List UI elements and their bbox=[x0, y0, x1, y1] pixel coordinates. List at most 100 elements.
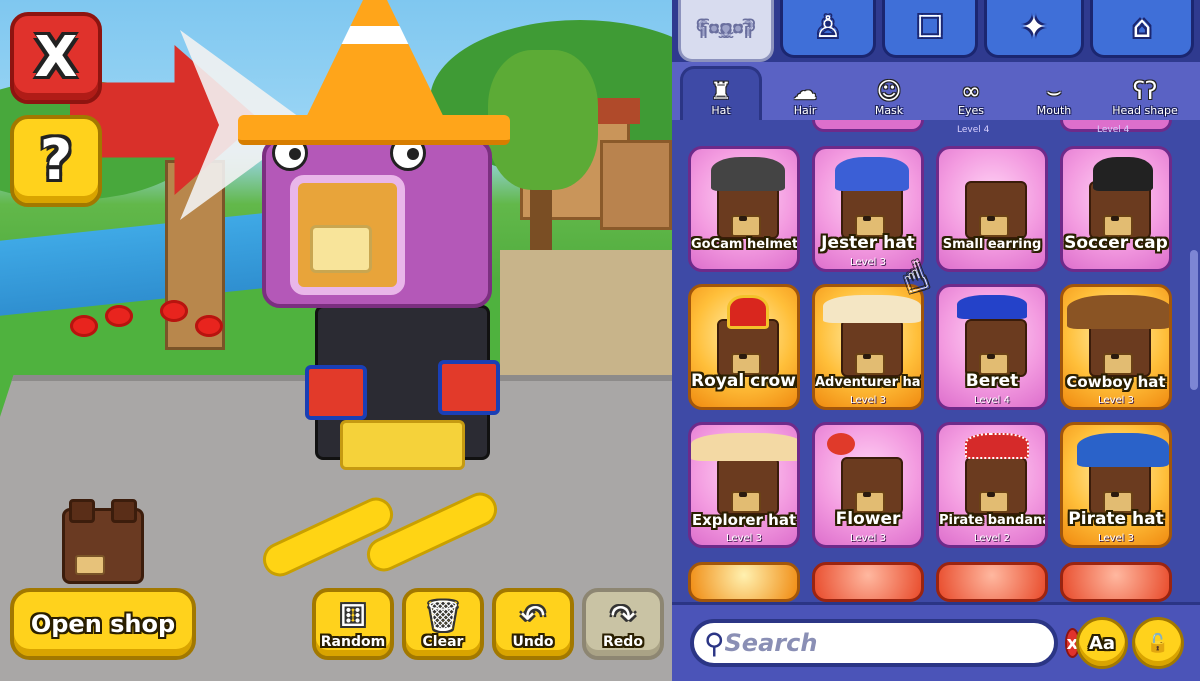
robot-face-icon: ☐ bbox=[916, 10, 944, 45]
search-input[interactable] bbox=[724, 629, 1065, 657]
tab-mouth[interactable]: ⌣ Mouth bbox=[1013, 66, 1095, 120]
close-icon: X bbox=[34, 25, 78, 90]
close-button[interactable]: X bbox=[10, 12, 102, 104]
traffic-cone-hat bbox=[300, 0, 450, 130]
scrollbar[interactable] bbox=[1190, 250, 1198, 390]
flower bbox=[195, 315, 223, 337]
beret-icon bbox=[957, 295, 1027, 319]
bear-face-icon: ʕ•ᴥ•ʔ bbox=[697, 17, 755, 41]
category-bar: ʕ•ᴥ•ʔ ♙ ☐ ✦ ⌂ bbox=[672, 0, 1200, 62]
item-card-partial[interactable] bbox=[812, 120, 924, 132]
category-tab-head[interactable]: ʕ•ᴥ•ʔ bbox=[678, 0, 774, 62]
item-name: Cowboy hat bbox=[1066, 373, 1166, 391]
tab-eyes[interactable]: ∞ Eyes bbox=[930, 66, 1012, 120]
item-name: Pirate hat bbox=[1068, 509, 1164, 529]
bear-avatar bbox=[965, 319, 1027, 377]
redo-icon: ↷ bbox=[610, 599, 636, 634]
bear-preview-icon[interactable] bbox=[62, 499, 144, 584]
bear-avatar bbox=[965, 181, 1027, 239]
item-name: Explorer hat bbox=[691, 511, 797, 529]
flower-icon bbox=[827, 433, 855, 455]
item-level: Level 4 bbox=[1097, 125, 1130, 135]
lock-button[interactable]: 🔓 bbox=[1132, 617, 1184, 669]
item-card-partial[interactable] bbox=[688, 562, 800, 602]
item-card[interactable]: Small earring bbox=[936, 146, 1048, 272]
item-name: GoCam helmet bbox=[691, 237, 799, 252]
item-card[interactable]: Pirate bandana Level 2 bbox=[936, 422, 1048, 548]
bear-avatar bbox=[841, 457, 903, 515]
item-card-partial[interactable] bbox=[1060, 562, 1172, 602]
tab-hat[interactable]: ♜ Hat bbox=[680, 66, 762, 120]
search-bar-area: ⚲ x Aa 🔓 bbox=[672, 602, 1200, 681]
search-icon: ⚲ bbox=[704, 626, 725, 660]
item-card[interactable]: Flower Level 3 bbox=[812, 422, 924, 548]
game-viewport[interactable]: X ? Open shop ⚅ Random 🗑 Clear ↶ Undo ↷ … bbox=[0, 0, 672, 681]
item-card[interactable]: Explorer hat Level 3 bbox=[688, 422, 800, 548]
subcategory-bar: ♜ Hat ☁ Hair ☺ Mask ∞ Eyes ⌣ Mouth ʕʔ He… bbox=[672, 62, 1200, 120]
item-level: Level 3 bbox=[1098, 395, 1134, 406]
tab-mouth-label: Mouth bbox=[1036, 104, 1072, 117]
redo-button[interactable]: ↷ Redo bbox=[582, 588, 664, 660]
item-card[interactable]: Pirate hat Level 3 bbox=[1060, 422, 1172, 548]
item-name: Jester hat bbox=[821, 233, 915, 253]
category-tab-outfits[interactable]: ⌂ bbox=[1090, 0, 1194, 58]
bear-avatar bbox=[717, 457, 779, 515]
category-tab-effects[interactable]: ✦ bbox=[984, 0, 1084, 58]
item-card-partial[interactable] bbox=[936, 562, 1048, 602]
tab-mask[interactable]: ☺ Mask bbox=[848, 66, 930, 120]
category-tab-face[interactable]: ☐ bbox=[882, 0, 978, 58]
open-shop-button[interactable]: Open shop bbox=[10, 588, 196, 660]
item-card[interactable]: Cowboy hat Level 3 bbox=[1060, 284, 1172, 410]
tab-head-shape-label: Head shape bbox=[1112, 104, 1178, 117]
tab-head-shape[interactable]: ʕʔ Head shape bbox=[1096, 66, 1194, 120]
hat-preview-icon bbox=[823, 295, 921, 323]
item-card[interactable]: Adventurer hat Level 3 bbox=[812, 284, 924, 410]
body-icon: ♙ bbox=[814, 10, 842, 45]
undo-icon: ↶ bbox=[520, 599, 546, 634]
help-button[interactable]: ? bbox=[10, 115, 102, 207]
bear-avatar bbox=[965, 457, 1027, 515]
random-label: Random bbox=[320, 634, 386, 650]
character-pants bbox=[340, 420, 465, 470]
open-shop-label: Open shop bbox=[30, 610, 176, 638]
item-card-partial[interactable] bbox=[812, 562, 924, 602]
redo-label: Redo bbox=[603, 634, 643, 650]
pirate-hat-icon bbox=[1077, 433, 1169, 467]
item-name: Small earring bbox=[942, 237, 1042, 252]
random-button[interactable]: ⚅ Random bbox=[312, 588, 394, 660]
item-level: Level 3 bbox=[850, 395, 886, 406]
character-hand bbox=[305, 365, 367, 420]
undo-button[interactable]: ↶ Undo bbox=[492, 588, 574, 660]
item-card[interactable]: GoCam helmet bbox=[688, 146, 800, 272]
item-level: Level 3 bbox=[726, 533, 762, 544]
font-toggle-button[interactable]: Aa bbox=[1076, 617, 1128, 669]
search-box[interactable]: ⚲ x bbox=[690, 619, 1081, 667]
customization-panel: ʕ•ᴥ•ʔ ♙ ☐ ✦ ⌂ ♜ Hat ☁ Hair ☺ Mask ∞ Eyes bbox=[672, 0, 1200, 681]
clear-label: Clear bbox=[422, 634, 464, 650]
hair-icon: ☁ bbox=[793, 77, 817, 105]
item-card[interactable]: Soccer cap bbox=[1060, 146, 1172, 272]
tab-hair-label: Hair bbox=[793, 104, 817, 117]
flower bbox=[160, 300, 188, 322]
item-name: Flower bbox=[835, 509, 901, 529]
tab-mask-label: Mask bbox=[874, 104, 904, 117]
item-level: Level 4 bbox=[957, 125, 990, 135]
item-grid[interactable]: Level 4 Level 4 GoCam helmet Jester hat … bbox=[672, 120, 1200, 602]
hat-preview-icon bbox=[1093, 157, 1153, 191]
tab-hair[interactable]: ☁ Hair bbox=[764, 66, 846, 120]
hanger-icon: ⌂ bbox=[1132, 10, 1152, 45]
tab-eyes-label: Eyes bbox=[958, 104, 984, 117]
item-card[interactable]: Royal crown bbox=[688, 284, 800, 410]
category-tab-body[interactable]: ♙ bbox=[780, 0, 876, 58]
clear-button[interactable]: 🗑 Clear bbox=[402, 588, 484, 660]
item-card[interactable]: Beret Level 4 bbox=[936, 284, 1048, 410]
item-card[interactable]: Jester hat Level 3 bbox=[812, 146, 924, 272]
item-name: Beret bbox=[965, 371, 1019, 391]
hat-icon: ♜ bbox=[710, 77, 732, 105]
trash-icon: 🗑 bbox=[423, 599, 463, 634]
item-name: Pirate bandana bbox=[939, 513, 1048, 528]
crown-icon bbox=[727, 295, 769, 329]
dice-icon: ⚅ bbox=[339, 599, 367, 634]
font-toggle-label: Aa bbox=[1088, 632, 1116, 654]
head-shape-icon: ʕʔ bbox=[1132, 77, 1158, 105]
